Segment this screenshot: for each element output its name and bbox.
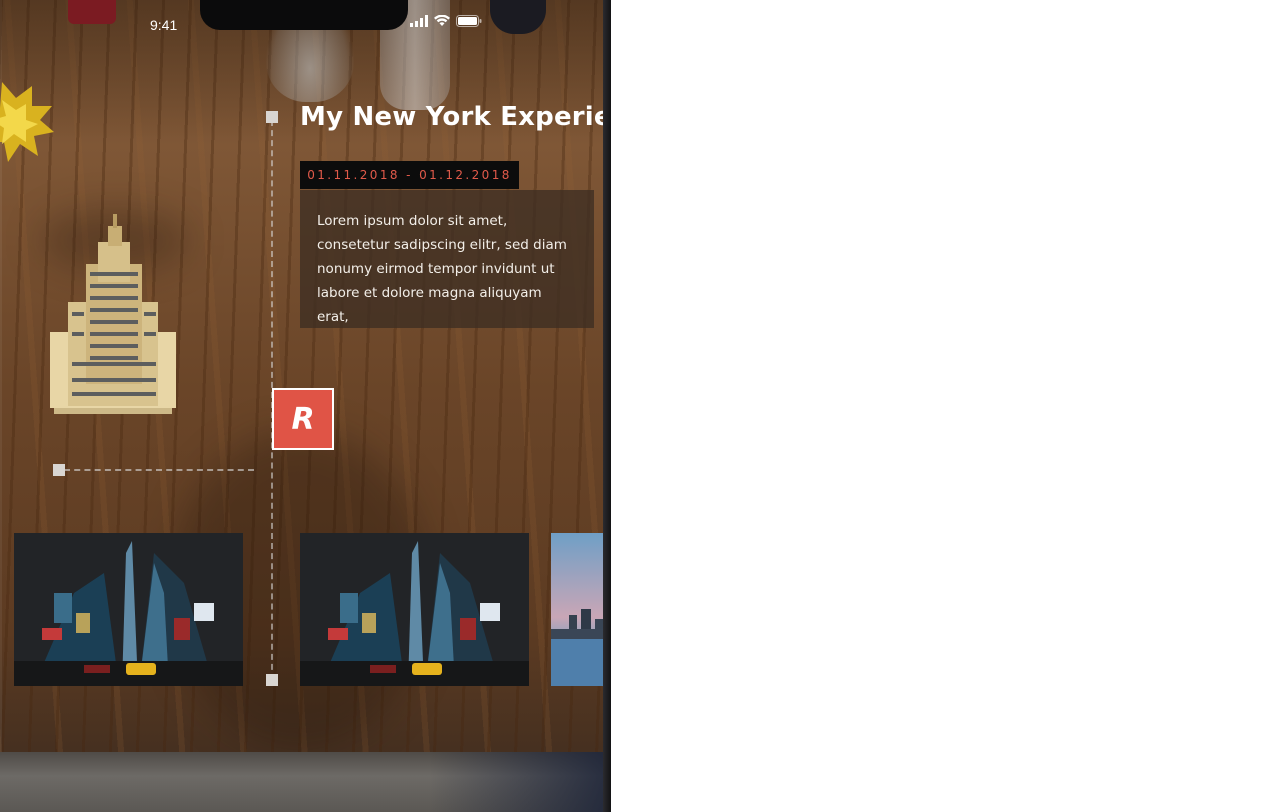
gold-star-object xyxy=(0,82,54,162)
device-notch xyxy=(200,0,408,30)
wifi-icon xyxy=(434,15,450,26)
times-square-photo xyxy=(300,533,529,686)
status-time: 9:41 xyxy=(150,17,178,33)
times-square-photo xyxy=(14,533,243,686)
description-card: Lorem ipsum dolor sit amet, consetetur s… xyxy=(300,190,594,328)
gallery-thumbnail-3[interactable] xyxy=(551,533,611,686)
phone-case-object xyxy=(68,0,116,24)
skyline-photo xyxy=(551,533,611,686)
battery-icon xyxy=(456,15,482,27)
mouse-object xyxy=(490,0,546,34)
description-text: Lorem ipsum dolor sit amet, consetetur s… xyxy=(317,213,567,325)
date-range-badge: 01.11.2018 - 01.12.2018 xyxy=(300,161,519,189)
timeline-node-branch xyxy=(53,464,65,476)
device-frame-edge xyxy=(603,0,611,812)
timeline-node-top xyxy=(266,111,278,123)
status-icons xyxy=(410,15,482,27)
gallery-thumbnail-1[interactable] xyxy=(14,533,243,686)
gallery-thumbnail-2[interactable] xyxy=(300,533,529,686)
ar-camera-view: My New York Experience 01.11.2018 - 01.1… xyxy=(0,0,611,812)
floor-area xyxy=(0,752,611,812)
experience-title: My New York Experience xyxy=(300,102,611,132)
empire-state-model xyxy=(50,214,176,414)
brand-logo-button[interactable]: R xyxy=(272,388,334,450)
timeline-branch-line xyxy=(64,469,254,471)
timeline-node-bottom xyxy=(266,674,278,686)
signal-icon xyxy=(410,15,428,27)
